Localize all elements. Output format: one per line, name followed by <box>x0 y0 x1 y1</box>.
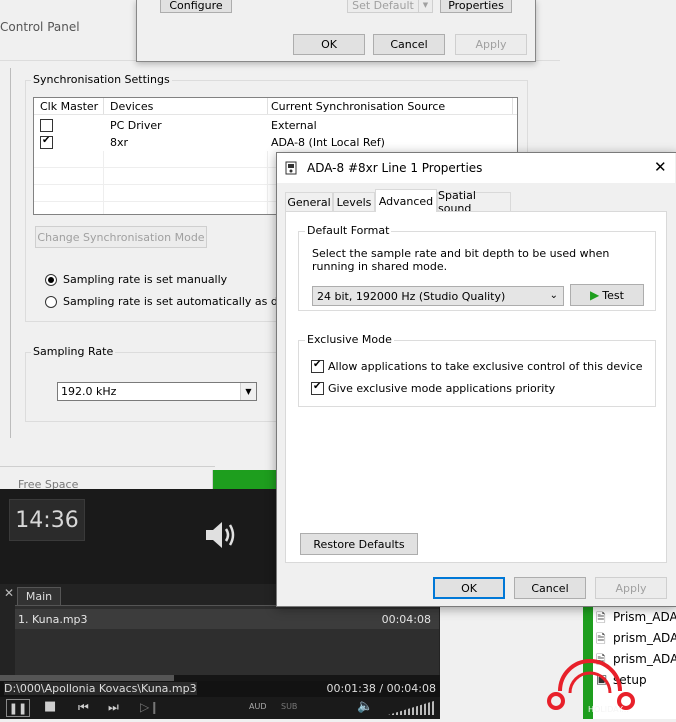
allow-exclusive-checkbox[interactable] <box>311 359 324 373</box>
chevron-down-icon: ⌄ <box>549 290 558 301</box>
apply-button[interactable]: Apply <box>455 34 527 55</box>
format-value: 24 bit, 192000 Hz (Studio Quality) <box>317 290 506 303</box>
clk-master-checkbox[interactable] <box>40 119 53 132</box>
default-format-description: Select the sample rate and bit depth to … <box>312 247 610 273</box>
file-name: prism_ADA8 <box>613 631 676 645</box>
dialog-title: ADA-8 #8xr Line 1 Properties <box>307 161 483 175</box>
test-button[interactable]: ▶ Test <box>570 284 644 306</box>
close-icon[interactable]: ✕ <box>4 586 14 600</box>
volume-icon[interactable]: 🔈 <box>357 699 373 714</box>
clock-display: 14:36 <box>9 499 85 541</box>
sync-settings-title: Synchronisation Settings <box>31 73 172 86</box>
cancel-button[interactable]: Cancel <box>373 34 445 55</box>
track-duration: 00:04:08 <box>381 613 431 626</box>
file-explorer-pane: 🗎 Prism_ADA8 🗎 prism_ADA8 🗎 prism_ADA8 ▣… <box>547 605 676 719</box>
apply-button[interactable]: Apply <box>595 577 667 599</box>
restore-defaults-button[interactable]: Restore Defaults <box>300 533 418 555</box>
audio-track-button[interactable]: AUD <box>249 702 267 711</box>
playback-dialog-partial: Configure Set Default ▼ Properties OK Ca… <box>136 0 536 62</box>
table-header: Clk Master Devices Current Synchronisati… <box>34 98 517 115</box>
next-icon[interactable]: ⏭ <box>108 700 119 715</box>
source-cell: ADA-8 (Int Local Ref) <box>271 136 385 149</box>
sampling-manual-radio[interactable] <box>45 274 57 286</box>
left-edge-line <box>10 68 11 438</box>
col-clk-master[interactable]: Clk Master <box>40 100 98 113</box>
table-row[interactable]: PC Driver External <box>34 117 517 134</box>
clk-master-checkbox[interactable] <box>40 135 53 149</box>
playlist: 1. Kuna.mp3 00:04:08 <box>15 605 439 675</box>
frame-step-icon[interactable]: ▷❙ <box>140 700 159 714</box>
set-default-dropdown[interactable]: ▼ <box>418 0 433 13</box>
sampling-auto-radio[interactable] <box>45 296 57 308</box>
file-path: D:\000\Apollonia Kovacs\Kuna.mp3 <box>4 682 197 695</box>
list-item[interactable]: 🗎 prism_ADA8 <box>596 629 676 647</box>
change-sync-mode-button[interactable]: Change Synchronisation Mode <box>35 226 207 248</box>
default-format-title: Default Format <box>305 224 392 237</box>
list-item[interactable]: 1. Kuna.mp3 00:04:08 <box>15 609 439 629</box>
tab-spatial-sound[interactable]: Spatial sound <box>437 189 511 215</box>
col-current-source[interactable]: Current Synchronisation Source <box>271 100 445 113</box>
chevron-down-icon: ▼ <box>240 383 256 400</box>
sampling-rate-title: Sampling Rate <box>31 345 116 358</box>
pause-button[interactable]: ❚❚ <box>6 699 30 717</box>
ok-button[interactable]: OK <box>293 34 365 55</box>
ok-button[interactable]: OK <box>433 577 505 599</box>
configure-button[interactable]: Configure <box>160 0 232 13</box>
watermark-subtext: HOLIDAY... <box>588 705 629 714</box>
list-item[interactable]: 🗎 Prism_ADA8 <box>596 608 676 626</box>
file-icon: 🗎 <box>596 611 606 625</box>
test-label: Test <box>602 288 624 302</box>
exclusive-mode-title: Exclusive Mode <box>305 333 394 346</box>
give-priority-checkbox[interactable] <box>311 381 324 395</box>
source-cell: External <box>271 119 317 132</box>
tab-advanced[interactable]: Advanced <box>375 189 437 212</box>
transport-bar: ❚❚ ■ ⏮ ⏭ ▷❙ AUD SUB 🔈 <box>0 697 440 719</box>
device-cell: PC Driver <box>110 119 162 132</box>
tab-general[interactable]: General <box>285 192 333 211</box>
format-select[interactable]: 24 bit, 192000 Hz (Studio Quality) ⌄ <box>312 286 564 306</box>
col-devices[interactable]: Devices <box>110 100 153 113</box>
position-readout: 00:01:38 / 00:04:08 <box>326 682 436 695</box>
give-priority-label: Give exclusive mode applications priorit… <box>328 382 556 395</box>
tab-main-label: Main <box>25 590 53 603</box>
device-cell: 8xr <box>110 136 129 149</box>
sampling-rate-select[interactable]: 192.0 kHz ▼ <box>57 382 257 401</box>
stop-icon[interactable]: ■ <box>44 699 56 714</box>
sampling-manual-label: Sampling rate is set manually <box>63 273 228 286</box>
file-name: Prism_ADA8 <box>613 610 676 624</box>
properties-button[interactable]: Properties <box>440 0 512 13</box>
table-row[interactable]: 8xr ADA-8 (Int Local Ref) <box>34 134 517 151</box>
clock-time: 14:36 <box>15 507 79 533</box>
properties-dialog: ADA-8 #8xr Line 1 Properties ✕ General L… <box>276 152 676 607</box>
sampling-rate-value: 192.0 kHz <box>61 385 117 398</box>
tab-main[interactable]: Main <box>17 587 61 605</box>
status-bar: D:\000\Apollonia Kovacs\Kuna.mp3 00:01:3… <box>0 681 440 697</box>
watermark-text: .COM <box>645 681 672 692</box>
exclusive-mode-group <box>298 340 656 407</box>
volume-slider[interactable] <box>388 701 434 715</box>
dialog-titlebar: ADA-8 #8xr Line 1 Properties ✕ <box>277 153 675 183</box>
track-name: 1. Kuna.mp3 <box>18 613 88 626</box>
set-default-button[interactable]: Set Default <box>347 0 419 13</box>
previous-icon[interactable]: ⏮ <box>78 700 89 715</box>
progress-green-bar <box>213 470 276 489</box>
subtitle-button[interactable]: SUB <box>281 702 297 711</box>
speaker-icon[interactable] <box>204 519 238 551</box>
control-panel-title: Control Panel <box>0 20 80 34</box>
file-icon: 🗎 <box>596 632 606 646</box>
close-icon[interactable]: ✕ <box>654 158 667 176</box>
speaker-device-icon <box>285 161 297 175</box>
tab-levels[interactable]: Levels <box>333 192 375 211</box>
allow-exclusive-label: Allow applications to take exclusive con… <box>328 360 643 373</box>
cancel-button[interactable]: Cancel <box>514 577 586 599</box>
play-icon: ▶ <box>590 288 600 302</box>
tab-content-panel: Default Format Select the sample rate an… <box>285 211 667 563</box>
